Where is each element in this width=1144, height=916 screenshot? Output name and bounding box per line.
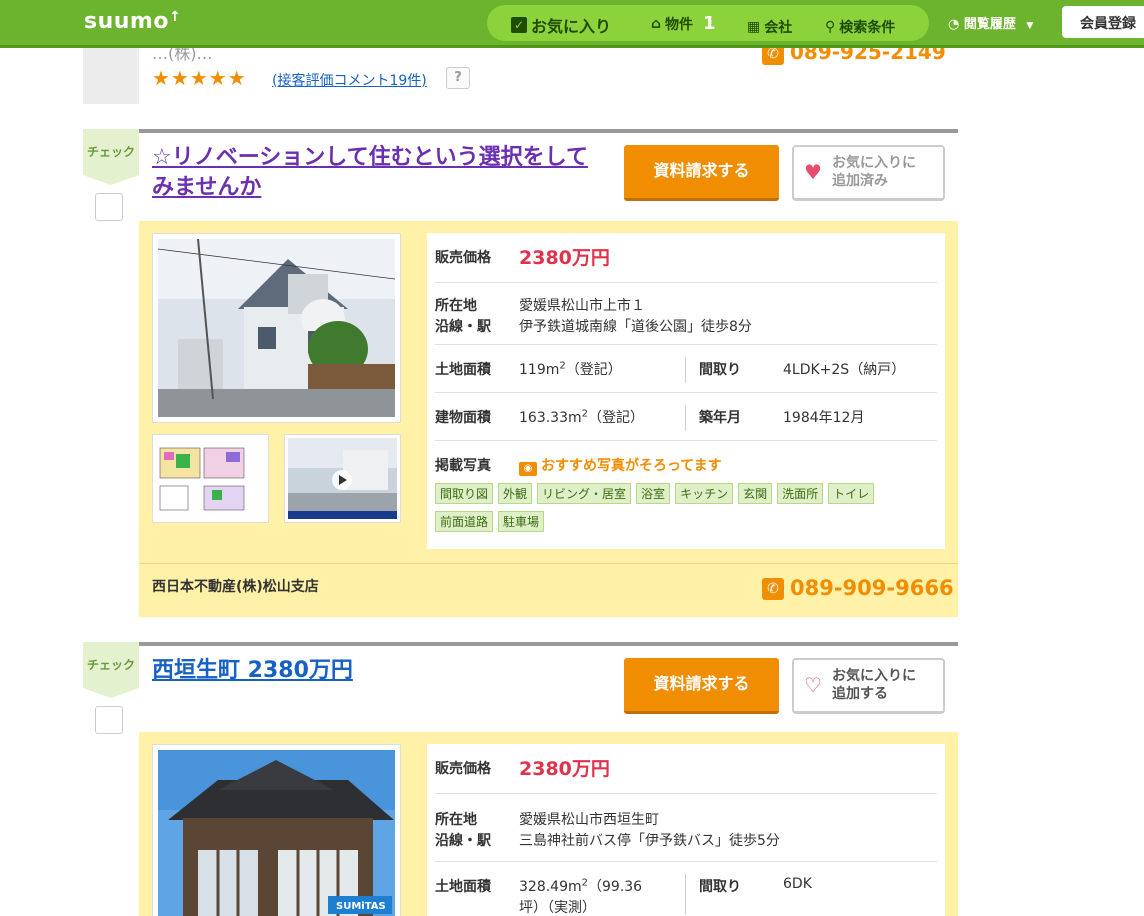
price-value: 2380万円 <box>519 247 610 269</box>
photo-tag[interactable]: 前面道路 <box>435 511 494 532</box>
camera-icon: ◉ <box>519 462 537 476</box>
heart-outline-icon: ♡ <box>804 673 822 697</box>
location-value: 愛媛県松山市上市１ <box>519 298 645 314</box>
floorplan-image <box>156 438 265 519</box>
header-nav: ✓ お気に入り ⌂ 物件 1 ▦ 会社 ⚲ 検索条件 <box>487 5 929 41</box>
agency-bar: 西日本不動産(株)松山支店 ✆ 089-909-9666 <box>139 563 958 617</box>
favorite-button[interactable]: ♥ お気に入りに 追加済み <box>792 145 945 201</box>
main-photo[interactable]: SUMiTAS <box>152 744 401 916</box>
cassette-divider <box>139 129 958 133</box>
spec-price-row: 販売価格 2380万円 <box>435 744 937 794</box>
listing-title[interactable]: 西垣生町 2380万円 <box>152 656 592 686</box>
layout-value: 6DK <box>783 876 812 892</box>
spec-photos-row: 掲載写真 ◉ おすすめ写真がそろってます 間取り図 外観 リビング・居室 浴室 キ… <box>435 441 937 541</box>
video-image <box>288 438 397 519</box>
checkbox-icon: ✓ <box>511 17 527 33</box>
listing-checkbox[interactable] <box>95 706 123 734</box>
spec-building-row: 建物面積 163.33m2（登記） 築年月 1984年12月 <box>435 393 937 441</box>
dropdown-arrow-icon: ▼ <box>1026 21 1034 31</box>
prev-check-column <box>83 48 139 104</box>
help-icon[interactable]: ? <box>446 67 470 89</box>
listing-checkbox[interactable] <box>95 193 123 221</box>
rating-comments-link[interactable]: (接客評価コメント19件) <box>272 70 427 90</box>
photo-tag[interactable]: リビング・居室 <box>537 483 632 504</box>
station-value: 伊予鉄道城南線「道後公園」徒歩8分 <box>519 319 752 335</box>
properties-count: 1 <box>703 13 716 34</box>
price-value: 2380万円 <box>519 758 610 780</box>
check-tab: チェック <box>83 129 139 185</box>
location-value: 愛媛県松山市西垣生町 <box>519 812 659 828</box>
photo-tag[interactable]: 間取り図 <box>435 483 494 504</box>
building-area-value: 163.33m2（登記） <box>519 408 644 426</box>
nav-search-conditions[interactable]: ⚲ 検索条件 <box>825 17 895 37</box>
heart-filled-icon: ♥ <box>804 160 822 184</box>
nav-companies[interactable]: ▦ 会社 <box>747 17 792 37</box>
rating-stars-icon: ★★★★★ <box>152 66 247 90</box>
agency-name: 西日本不動産(株)松山支店 <box>152 579 319 595</box>
station-value: 三島神社前バス停「伊予鉄バス」徒歩5分 <box>519 833 780 849</box>
spec-table: 販売価格 2380万円 所在地 愛媛県松山市上市１ 沿線・駅 伊予鉄道城南線「道… <box>427 233 945 549</box>
layout-value: 4LDK+2S（納戸） <box>783 362 906 378</box>
listing-cassette-2: チェック 西垣生町 2380万円 資料請求する ♡ お気に入りに 追加する SU… <box>83 642 958 916</box>
listing-title[interactable]: ☆リノベーションして住むという選択をしてみませんか <box>152 143 592 203</box>
register-button[interactable]: 会員登録 <box>1062 6 1144 38</box>
nav-favorites[interactable]: ✓ お気に入り <box>511 13 611 37</box>
house-photo: SUMiTAS <box>158 750 395 916</box>
land-area-value-cont: 坪）（実測） <box>519 900 596 916</box>
logo-arrow-icon: ↑ <box>168 9 182 25</box>
phone-icon: ✆ <box>762 578 784 600</box>
land-area-value: 119m2（登記） <box>519 360 622 378</box>
photo-tag[interactable]: 玄関 <box>738 483 773 504</box>
spec-price-row: 販売価格 2380万円 <box>435 233 937 283</box>
cassette-divider <box>139 642 958 646</box>
search-icon: ⚲ <box>825 19 836 35</box>
house-photo <box>157 238 396 417</box>
photo-tag[interactable]: 洗面所 <box>777 483 824 504</box>
request-info-button[interactable]: 資料請求する <box>624 658 779 714</box>
favorite-button[interactable]: ♡ お気に入りに 追加する <box>792 658 945 714</box>
request-info-button[interactable]: 資料請求する <box>624 145 779 201</box>
photo-tag[interactable]: 駐車場 <box>498 511 545 532</box>
listing-cassette-1: チェック ☆リノベーションして住むという選択をしてみませんか 資料請求する ♥ … <box>83 129 958 617</box>
nav-properties[interactable]: ⌂ 物件 1 <box>651 13 716 34</box>
history-menu[interactable]: ◔ 閲覧履歴 ▼ <box>948 13 1033 32</box>
building-icon: ▦ <box>747 19 761 35</box>
listing-body: SUMiTAS 販売価格 2380万円 所在地 愛媛県松山市西垣生町 沿線・駅 … <box>139 732 958 916</box>
photo-tag[interactable]: 浴室 <box>636 483 671 504</box>
video-thumbnail[interactable] <box>284 434 401 523</box>
photo-note: ◉ おすすめ写真がそろってます <box>519 455 722 476</box>
spec-table: 販売価格 2380万円 所在地 愛媛県松山市西垣生町 沿線・駅 三島神社前バス停… <box>427 744 945 916</box>
spec-location-row: 所在地 愛媛県松山市上市１ 沿線・駅 伊予鉄道城南線「道後公園」徒歩8分 <box>435 283 937 345</box>
check-tab: チェック <box>83 642 139 698</box>
photo-tag[interactable]: キッチン <box>675 483 734 504</box>
listing-body: 販売価格 2380万円 所在地 愛媛県松山市上市１ 沿線・駅 伊予鉄道城南線「道… <box>139 221 958 617</box>
land-area-value: 328.49m2（99.36 <box>519 877 643 895</box>
spec-area-row: 土地面積 119m2（登記） 間取り 4LDK+2S（納戸） <box>435 345 937 393</box>
clock-icon: ◔ <box>948 17 960 32</box>
svg-text:SUMiTAS: SUMiTAS <box>336 901 386 912</box>
floorplan-thumbnail[interactable] <box>152 434 269 523</box>
spec-area-row: 土地面積 328.49m2（99.36 坪）（実測） 間取り 6DK <box>435 874 812 916</box>
suumo-logo[interactable]: suumo↑ <box>84 9 181 34</box>
site-header: suumo↑ ✓ お気に入り ⌂ 物件 1 ▦ 会社 ⚲ 検索条件 ◔ 閲覧履歴… <box>0 0 1144 48</box>
agency-phone[interactable]: ✆ 089-909-9666 <box>762 576 954 600</box>
photo-tag[interactable]: トイレ <box>828 483 875 504</box>
built-date-value: 1984年12月 <box>783 410 865 426</box>
main-photo[interactable] <box>152 233 401 423</box>
spec-location-row: 所在地 愛媛県松山市西垣生町 沿線・駅 三島神社前バス停「伊予鉄バス」徒歩5分 <box>435 794 937 862</box>
house-icon: ⌂ <box>651 15 662 32</box>
photo-tags: 間取り図 外観 リビング・居室 浴室 キッチン 玄関 洗面所 トイレ 前面道路 … <box>435 483 935 532</box>
photo-tag[interactable]: 外観 <box>498 483 533 504</box>
